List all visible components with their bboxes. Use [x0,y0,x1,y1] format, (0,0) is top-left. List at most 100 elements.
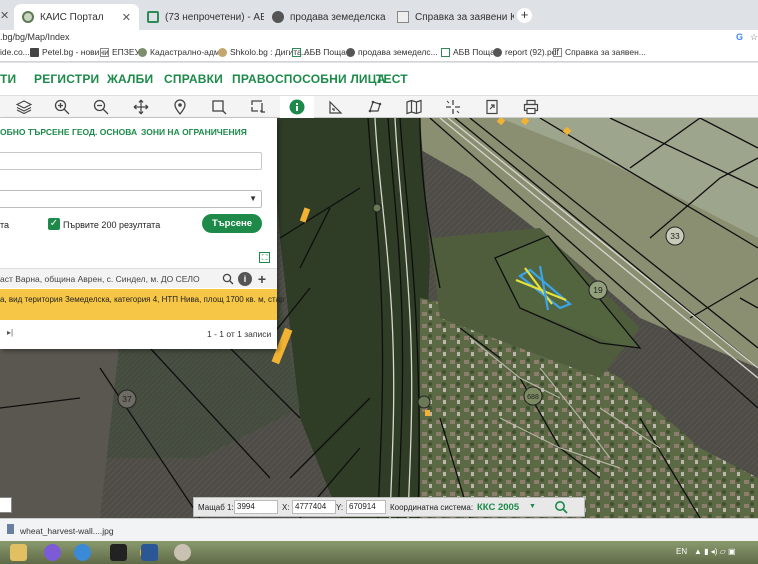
bookmark[interactable]: Petel.bg - новини [30,47,109,57]
expand-icon[interactable]: ⛶ [259,252,270,263]
kais-favicon-icon [22,11,34,23]
bookmark[interactable]: Кадастрално-адм... [138,47,227,57]
bookmark-label: ide.co... [0,47,30,57]
search-button[interactable]: Търсене [202,214,262,233]
language-indicator[interactable]: EN [676,547,687,556]
tab-geodetic-base[interactable]: ГЕОД. ОСНОВА [72,127,137,137]
map-icon[interactable] [397,96,431,118]
last-page-icon[interactable]: ▸| [7,328,13,337]
bookmark[interactable]: АБВ Поща [441,47,495,57]
scale-input[interactable]: 3994 [234,500,278,514]
chevron-down-icon[interactable]: ▼ [529,503,536,510]
download-item[interactable]: wheat_harvest-wall....jpg [20,526,114,536]
close-tab-icon[interactable]: ✕ [0,9,9,22]
taskbar: EN ▲ ▮ ◂) ▱ ▣ [0,541,758,564]
tab-kais[interactable]: КАИС Портал ✕ [14,4,139,30]
type-select[interactable]: ▼ [0,190,262,208]
coordinate-system-select[interactable]: ККС 2005 [477,502,519,513]
tab-cadastre-report[interactable]: Справка за заявени Кадастрал ✕ [389,4,514,30]
nav-item-test[interactable]: ТЕСТ [376,72,408,86]
print-icon[interactable] [514,96,548,118]
bookmark[interactable]: report (92).pdf [493,47,559,57]
bookmark-label: report (92).pdf [505,47,559,57]
x-label: X: [282,503,290,512]
doc-icon [553,47,562,57]
bookmark[interactable]: продава земеделс... [346,47,438,57]
export-icon[interactable] [475,96,509,118]
bookmark[interactable]: ЕПЗЕУ [100,47,140,57]
tray-icons[interactable]: ▲ ▮ ◂) ▱ ▣ [694,547,736,556]
pan-icon[interactable] [124,96,158,118]
globe-icon [138,47,147,57]
search-panel: ОБНО ТЪРСЕНЕ ГЕОД. ОСНОВА ЗОНИ НА ОГРАНИ… [0,118,285,349]
star-icon[interactable]: ☆ [750,30,758,44]
nav-item-registers[interactable]: РЕГИСТРИ [34,72,99,86]
location-pin-icon[interactable] [163,96,197,118]
scale-label: Мащаб 1: [198,503,234,512]
terminal-icon[interactable] [110,544,127,561]
first-200-checkbox[interactable]: ✓ [48,218,60,230]
chevron-down-icon[interactable]: ▼ [249,194,257,203]
search-icon[interactable] [221,272,235,286]
tab-abv-mail[interactable]: (73 непрочетени) - АБВ поща ✕ [139,4,264,30]
parcel-label-37: 37 [122,394,132,404]
document-icon [397,11,409,23]
nav-item-reports[interactable]: СПРАВКИ [164,72,223,86]
info-icon[interactable] [280,96,314,118]
tab-label: продава земеделска земя [290,11,389,23]
globe-icon [493,47,502,57]
google-icon[interactable]: G [736,30,743,44]
bookmark-label: Кадастрално-адм... [150,47,227,57]
paint-icon[interactable] [174,544,191,561]
url-text: .bg/bg/Map/Index [0,32,70,42]
tab-restriction-zones[interactable]: ЗОНИ НА ОГРАНИЧЕНИЯ [141,127,247,137]
file-icon [7,524,14,534]
map-toolbar [0,95,758,118]
tab-land-sale[interactable]: продава земеделска земя ✕ [264,4,389,30]
select-area-icon[interactable] [241,96,275,118]
select-rectangle-icon[interactable] [202,96,236,118]
nav-item-services[interactable]: ТИ [0,72,16,86]
map-side-button[interactable] [0,497,12,513]
bookmark-label: АБВ Поща [304,47,346,57]
result-item[interactable]: а, вид територия Земеделска, категория 4… [0,289,285,320]
doc-icon [100,47,109,57]
add-icon[interactable]: + [255,272,269,286]
bookmark-label: ЕПЗЕУ [112,47,140,57]
new-tab-button[interactable]: + [517,8,532,23]
bookmark-label: АБВ Поща [453,47,495,57]
tab-detailed-search[interactable]: ОБНО ТЪРСЕНЕ [0,127,70,137]
parcel-label-688: 688 [527,394,539,401]
crosshair-icon[interactable] [436,96,470,118]
bookmark-label: Справка за заявен... [565,47,646,57]
zoom-in-icon[interactable] [45,96,79,118]
info-icon[interactable]: i [238,272,252,286]
measure-angle-icon[interactable] [319,96,353,118]
y-label: Y: [336,503,344,512]
tab-label: Справка за заявени Кадастрал [415,11,514,23]
x-coordinate: 4777404 [292,500,336,514]
search-input[interactable] [0,152,262,170]
layers-icon[interactable] [7,96,41,118]
house-icon [147,11,159,23]
nav-item-licensed-persons[interactable]: ПРАВОСПОСОБНИ ЛИЦА [232,72,386,86]
search-icon[interactable] [554,500,568,516]
explorer-icon[interactable] [74,544,91,561]
parcel-label-19: 19 [593,285,603,295]
viber-icon[interactable] [44,544,61,561]
word-icon[interactable] [141,544,158,561]
bookmark[interactable]: Справка за заявен... [553,47,646,57]
tab-label: (73 непрочетени) - АБВ поща [165,11,264,23]
result-description: а, вид територия Земеделска, категория 4… [0,295,285,304]
zoom-out-icon[interactable] [84,96,118,118]
pin-icon [30,47,39,57]
coordinate-system-label: Координатна система: [390,503,474,512]
bookmark[interactable]: ide.co... [0,47,30,57]
file-explorer-icon[interactable] [10,544,27,561]
address-bar[interactable]: .bg/bg/Map/Index G ☆ [0,30,758,44]
bookmark-label: продава земеделс... [358,47,438,57]
bookmark[interactable]: АБВ Поща [292,47,346,57]
nav-item-complaints[interactable]: ЖАЛБИ [107,72,153,86]
measure-area-icon[interactable] [358,96,392,118]
close-icon[interactable]: ✕ [116,11,131,24]
